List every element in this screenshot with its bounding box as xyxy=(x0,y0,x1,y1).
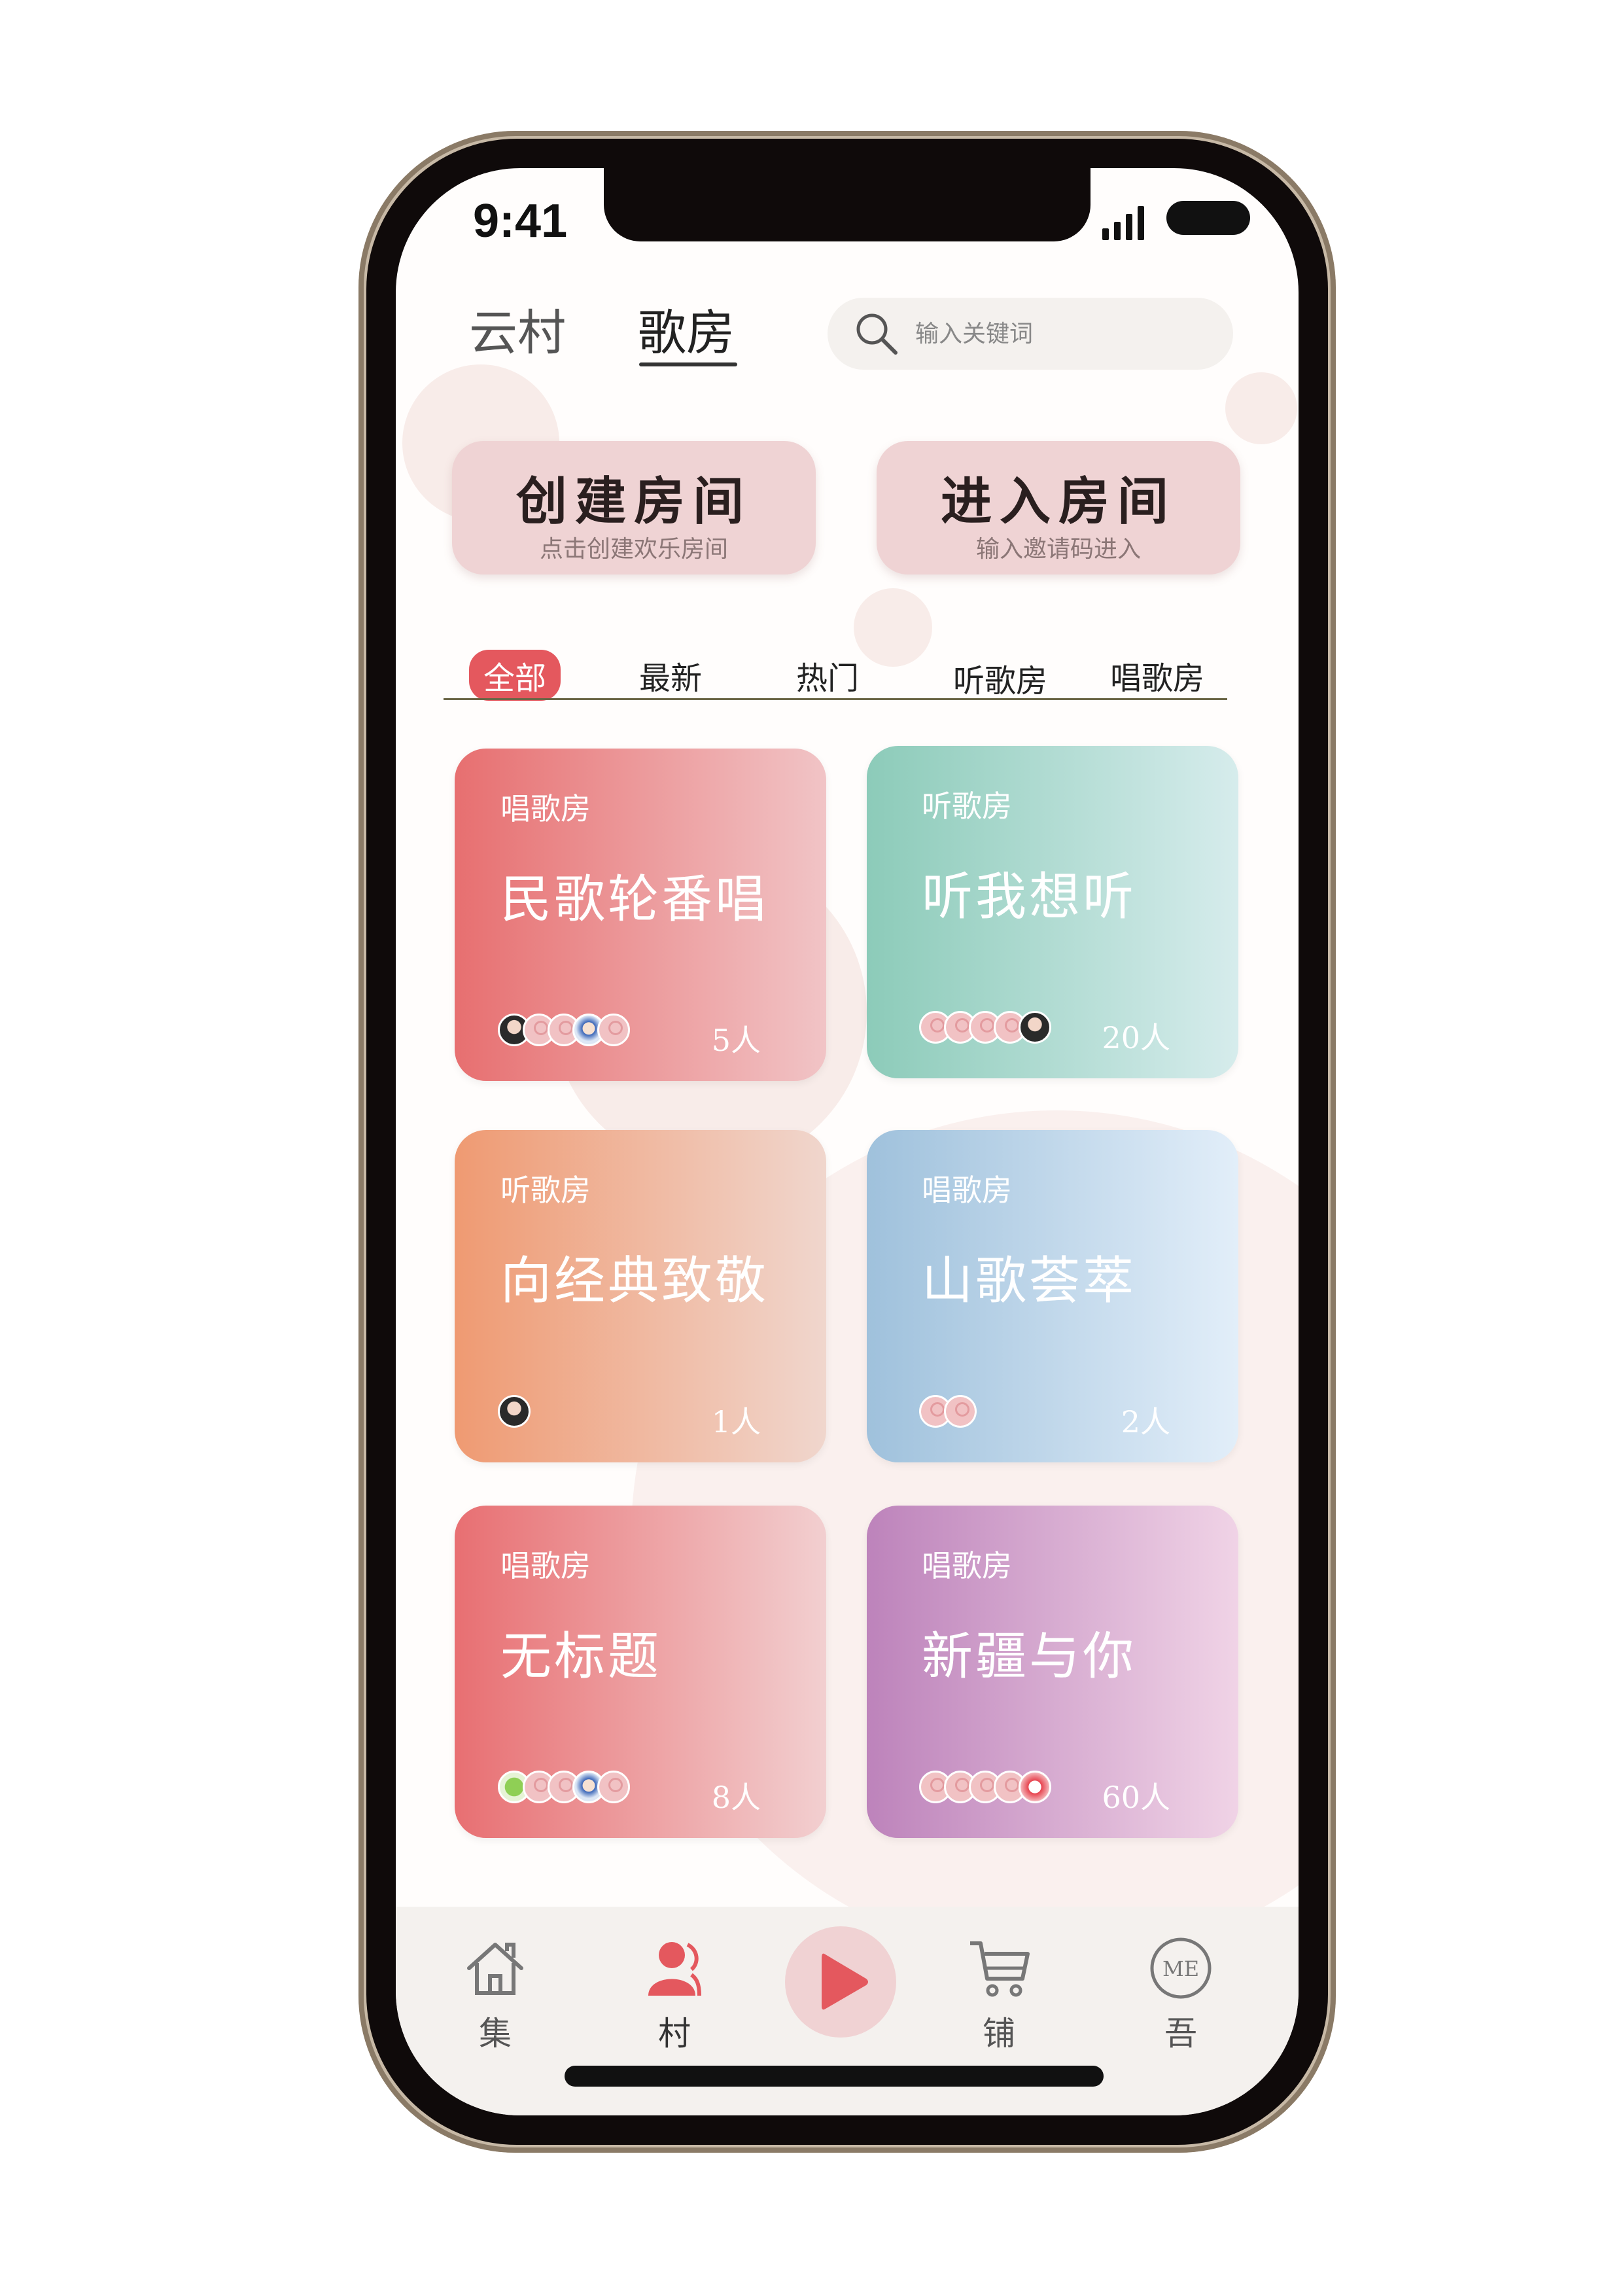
room-card[interactable]: 唱歌房 新疆与你 60人 xyxy=(867,1506,1238,1838)
nav-label-cun: 村 xyxy=(658,2015,691,2053)
avatar xyxy=(597,1771,630,1803)
category-listen-room[interactable]: 听歌房 xyxy=(953,655,1047,701)
nav-item-cun[interactable]: 村 xyxy=(622,1935,727,2055)
category-hot[interactable]: 热门 xyxy=(796,652,859,698)
room-type: 唱歌房 xyxy=(500,791,591,826)
member-count: 20人 xyxy=(1102,1020,1170,1055)
cart-icon xyxy=(970,1941,1030,1997)
background-decoration xyxy=(1225,372,1297,444)
enter-room-button[interactable]: 进入房间 输入邀请码进入 xyxy=(877,441,1240,574)
me-icon-text: ME xyxy=(1162,1956,1199,1981)
search-input[interactable] xyxy=(914,319,1198,348)
battery-icon xyxy=(1166,201,1250,235)
home-indicator xyxy=(565,2066,1104,2087)
member-avatars xyxy=(919,1771,1051,1803)
category-divider xyxy=(444,698,1227,700)
active-tab-indicator xyxy=(639,362,737,366)
category-latest[interactable]: 最新 xyxy=(639,652,702,698)
notch xyxy=(604,168,1091,241)
create-room-title: 创建房间 xyxy=(515,472,752,531)
avatar xyxy=(597,1014,630,1046)
status-time: 9:41 xyxy=(473,195,568,247)
nav-item-wu[interactable]: ME 吾 xyxy=(1128,1935,1233,2055)
room-type: 唱歌房 xyxy=(500,1548,591,1583)
create-room-button[interactable]: 创建房间 点击创建欢乐房间 xyxy=(452,441,816,574)
room-type: 听歌房 xyxy=(922,788,1012,824)
room-title: 民歌轮番唱 xyxy=(500,870,769,929)
room-title: 山歌荟萃 xyxy=(922,1252,1137,1311)
play-button[interactable] xyxy=(785,1926,896,2038)
nav-item-pu[interactable]: 铺 xyxy=(947,1935,1051,2055)
member-count: 1人 xyxy=(711,1404,761,1439)
room-title: 新疆与你 xyxy=(922,1627,1137,1686)
room-type: 听歌房 xyxy=(500,1173,591,1208)
member-avatars xyxy=(498,1395,531,1428)
room-title: 听我想听 xyxy=(922,868,1137,927)
search-icon xyxy=(856,313,898,355)
category-all[interactable]: 全部 xyxy=(469,650,561,701)
member-count: 2人 xyxy=(1121,1404,1170,1439)
enter-room-subtitle: 输入邀请码进入 xyxy=(975,536,1141,563)
room-card[interactable]: 唱歌房 山歌荟萃 2人 xyxy=(867,1130,1238,1462)
member-avatars xyxy=(498,1771,630,1803)
people-icon xyxy=(648,1942,701,1996)
enter-room-title: 进入房间 xyxy=(940,472,1176,531)
room-card[interactable]: 听歌房 听我想听 20人 xyxy=(867,746,1238,1078)
play-icon xyxy=(822,1953,868,2010)
member-avatars xyxy=(498,1014,630,1046)
member-count: 5人 xyxy=(711,1023,761,1058)
nav-label-ji: 集 xyxy=(479,2015,512,2053)
room-card[interactable]: 唱歌房 无标题 8人 xyxy=(455,1506,826,1838)
avatar xyxy=(1019,1771,1051,1803)
create-room-subtitle: 点击创建欢乐房间 xyxy=(539,536,728,563)
background-decoration xyxy=(854,588,932,667)
room-card[interactable]: 听歌房 向经典致敬 1人 xyxy=(455,1130,826,1462)
nav-label-wu: 吾 xyxy=(1164,2015,1197,2053)
avatar xyxy=(498,1395,531,1428)
me-icon: ME xyxy=(1150,1937,1212,1999)
member-avatars xyxy=(919,1011,1051,1044)
room-card[interactable]: 唱歌房 民歌轮番唱 5人 xyxy=(455,749,826,1081)
room-type: 唱歌房 xyxy=(922,1173,1012,1208)
category-sing-room[interactable]: 唱歌房 xyxy=(1110,652,1204,698)
member-count: 60人 xyxy=(1102,1780,1170,1815)
tab-gefang[interactable]: 歌房 xyxy=(638,294,735,364)
nav-item-ji[interactable]: 集 xyxy=(443,1935,548,2055)
nav-label-pu: 铺 xyxy=(983,2015,1015,2053)
home-icon xyxy=(467,1943,523,1995)
room-type: 唱歌房 xyxy=(922,1548,1012,1583)
room-title: 无标题 xyxy=(500,1627,662,1686)
tab-yuncun[interactable]: 云村 xyxy=(469,294,566,364)
member-count: 8人 xyxy=(711,1780,761,1815)
member-avatars xyxy=(919,1395,977,1428)
avatar xyxy=(944,1395,977,1428)
search-bar[interactable] xyxy=(828,298,1233,370)
room-title: 向经典致敬 xyxy=(500,1252,769,1311)
signal-icon xyxy=(1102,206,1144,240)
avatar xyxy=(1019,1011,1051,1044)
app-screen: 9:41 云村 歌房 创建房间 点击创建欢乐房间 进入房间 输入邀请码进入 全部… xyxy=(396,168,1299,2115)
